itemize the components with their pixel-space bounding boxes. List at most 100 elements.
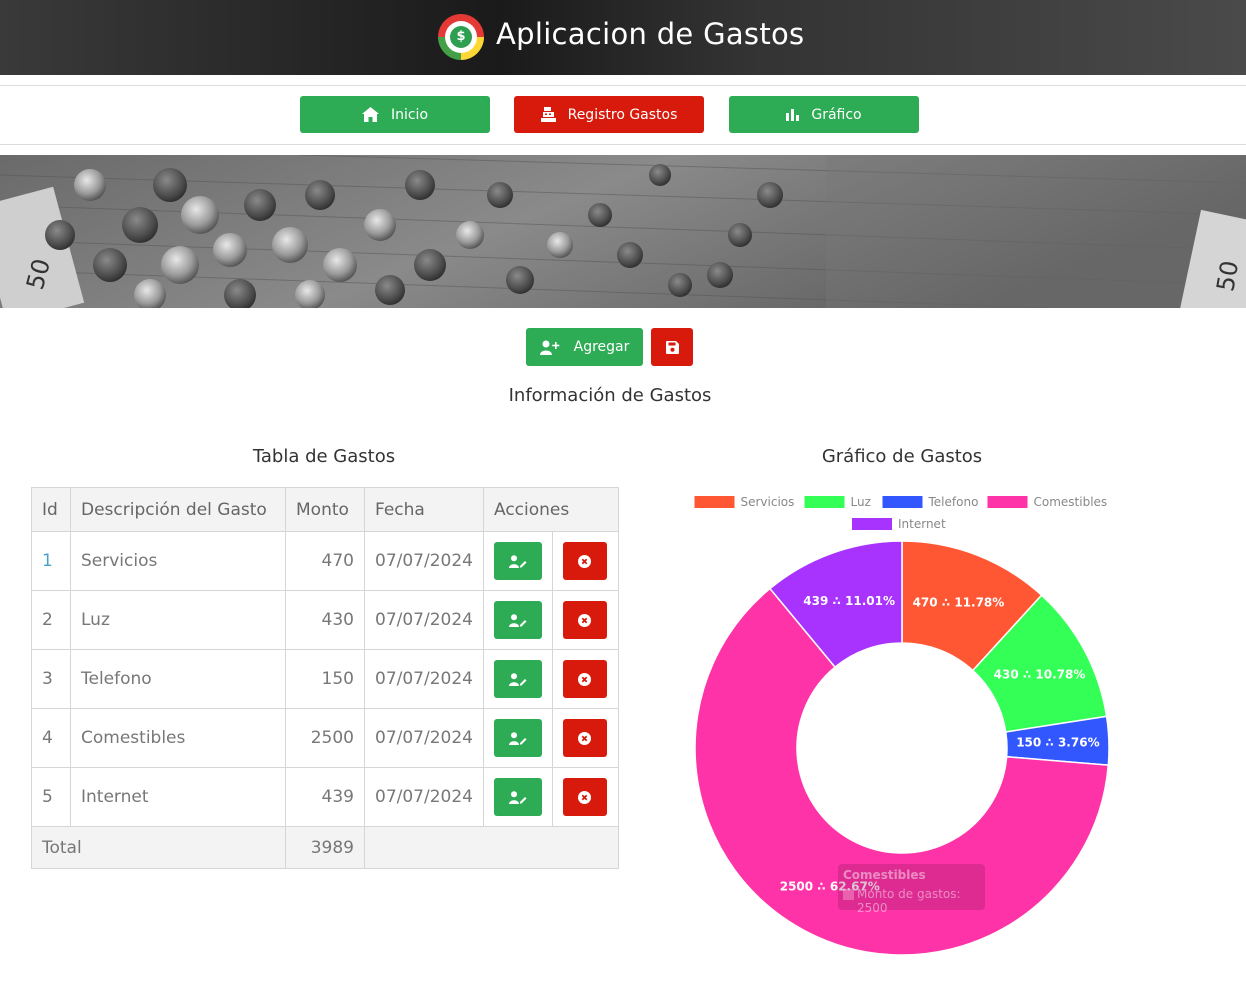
legend-item-telefono[interactable]: Telefono xyxy=(882,495,979,509)
coins-banner-image: 50 50 xyxy=(0,155,1246,308)
delete-button[interactable] xyxy=(562,660,607,698)
header-amount: Monto xyxy=(285,487,365,532)
header-id: Id xyxy=(31,487,71,532)
delete-button[interactable] xyxy=(562,778,607,816)
close-circle-icon xyxy=(578,731,592,745)
slice-label-luz: 430 ∴ 10.78% xyxy=(994,667,1086,681)
legend-item-servicios[interactable]: Servicios xyxy=(694,495,795,509)
nav-inicio-button[interactable]: Inicio xyxy=(300,96,490,133)
close-circle-icon xyxy=(578,790,592,804)
table-row: 5 Internet 439 07/07/2024 xyxy=(31,767,619,827)
header-description: Descripción del Gasto xyxy=(70,487,286,532)
row-amount: 2500 xyxy=(285,708,365,768)
row-id: 3 xyxy=(31,649,71,709)
cash-register-icon xyxy=(540,107,556,122)
table-row: 4 Comestibles 2500 07/07/2024 xyxy=(31,708,619,768)
delete-button[interactable] xyxy=(562,719,607,757)
row-date: 07/07/2024 xyxy=(364,708,484,768)
total-label: Total xyxy=(31,826,286,869)
row-amount: 470 xyxy=(285,531,365,591)
svg-text:50: 50 xyxy=(1211,259,1244,294)
edit-button[interactable] xyxy=(493,719,542,757)
close-circle-icon xyxy=(578,554,592,568)
delete-button[interactable] xyxy=(562,601,607,639)
row-amount: 150 xyxy=(285,649,365,709)
header-date: Fecha xyxy=(364,487,484,532)
nav-grafico-button[interactable]: Gráfico xyxy=(729,96,919,133)
nav-registro-gastos-button[interactable]: Registro Gastos xyxy=(514,96,704,133)
edit-button[interactable] xyxy=(493,778,542,816)
slice-label-servicios: 470 ∴ 11.78% xyxy=(913,596,1005,610)
legend-swatch xyxy=(852,518,892,530)
app-header: $ Aplicacion de Gastos xyxy=(0,0,1246,75)
app-logo-icon: $ xyxy=(438,14,484,60)
app-title: Aplicacion de Gastos xyxy=(496,17,805,51)
legend-label: Luz xyxy=(851,495,871,509)
row-description: Luz xyxy=(70,590,286,650)
info-title: Información de Gastos xyxy=(508,385,712,406)
edit-button[interactable] xyxy=(493,660,542,698)
legend-swatch xyxy=(882,496,923,508)
legend-swatch xyxy=(987,496,1028,508)
chart-title: Gráfico de Gastos xyxy=(821,446,983,467)
tooltip-title: Comestibles xyxy=(843,868,926,882)
nav-inicio-label: Inicio xyxy=(390,106,429,123)
row-id: 1 xyxy=(31,531,71,591)
table-row: 2 Luz 430 07/07/2024 xyxy=(31,590,619,650)
edit-button[interactable] xyxy=(493,542,542,580)
row-id: 4 xyxy=(31,708,71,768)
nav-divider-top xyxy=(0,85,1246,86)
table-title: Tabla de Gastos xyxy=(252,446,396,467)
delete-button[interactable] xyxy=(562,542,607,580)
expenses-table: Id Descripción del Gasto Monto Fecha Acc… xyxy=(31,487,619,869)
nav-divider-bottom xyxy=(0,144,1246,145)
chart-tooltip: Comestibles Monto de gastos: 2500 xyxy=(838,864,985,915)
legend-label: Internet xyxy=(898,517,946,531)
table-header-row: Id Descripción del Gasto Monto Fecha Acc… xyxy=(31,487,619,532)
nav-grafico-label: Gráfico xyxy=(811,106,862,123)
row-id: 2 xyxy=(31,590,71,650)
row-description: Telefono xyxy=(70,649,286,709)
slice-label-telefono: 150 ∴ 3.76% xyxy=(1016,736,1099,750)
slice-label-internet: 439 ∴ 11.01% xyxy=(803,594,895,608)
row-date: 07/07/2024 xyxy=(364,531,484,591)
row-date: 07/07/2024 xyxy=(364,590,484,650)
row-amount: 430 xyxy=(285,590,365,650)
edit-button[interactable] xyxy=(493,601,542,639)
header-actions: Acciones xyxy=(482,487,619,532)
legend-swatch xyxy=(694,496,735,508)
add-expense-button[interactable]: Agregar xyxy=(526,328,643,366)
table-row: 1 Servicios 470 07/07/2024 xyxy=(31,531,619,591)
nav-registro-gastos-label: Registro Gastos xyxy=(567,106,678,123)
row-amount: 439 xyxy=(285,767,365,827)
legend-item-luz[interactable]: Luz xyxy=(804,495,871,509)
table-total-row: Total 3989 xyxy=(31,826,619,869)
row-description: Servicios xyxy=(70,531,286,591)
legend-item-internet[interactable]: Internet xyxy=(852,517,946,531)
table-row: 3 Telefono 150 07/07/2024 xyxy=(31,649,619,709)
save-icon xyxy=(665,340,679,354)
legend-label: Servicios xyxy=(741,495,795,509)
close-circle-icon xyxy=(578,672,592,686)
edit-user-icon xyxy=(508,731,527,745)
total-value: 3989 xyxy=(285,826,365,869)
row-id: 5 xyxy=(31,767,71,827)
row-description: Internet xyxy=(70,767,286,827)
row-description: Comestibles xyxy=(70,708,286,768)
save-button[interactable] xyxy=(651,328,693,366)
edit-user-icon xyxy=(508,554,527,568)
tooltip-swatch xyxy=(843,889,854,900)
edit-user-icon xyxy=(508,672,527,686)
row-date: 07/07/2024 xyxy=(364,649,484,709)
legend-swatch xyxy=(804,496,845,508)
row-date: 07/07/2024 xyxy=(364,767,484,827)
legend-item-comestibles[interactable]: Comestibles xyxy=(987,495,1108,509)
add-user-icon xyxy=(539,340,559,355)
add-expense-label: Agregar xyxy=(573,339,630,355)
legend-label: Telefono xyxy=(928,495,979,509)
home-icon xyxy=(361,107,379,122)
tooltip-body: Monto de gastos: 2500 xyxy=(857,887,961,915)
legend-label: Comestibles xyxy=(1034,495,1108,509)
close-circle-icon xyxy=(578,613,592,627)
edit-user-icon xyxy=(508,613,527,627)
